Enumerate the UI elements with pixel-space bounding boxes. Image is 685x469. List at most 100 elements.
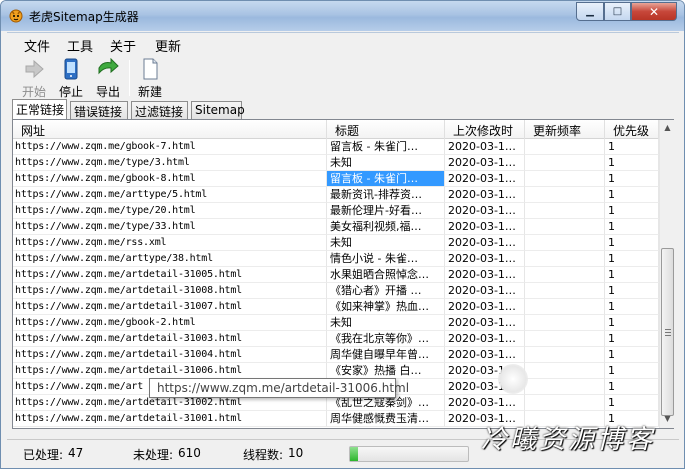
cell-priority: 1 [605, 155, 659, 171]
cell-changefreq [525, 171, 605, 187]
new-button[interactable]: 新建 [130, 56, 170, 99]
scroll-up-icon[interactable]: ▲ [661, 121, 674, 135]
column-header-priority[interactable]: 优先级 [605, 120, 659, 139]
tab-error-links[interactable]: 错误链接 [70, 101, 128, 119]
table-row[interactable]: https://www.zqm.me/artdetail-31005.html 水… [13, 267, 659, 283]
column-header-title[interactable]: 标题 [327, 120, 445, 139]
cell-changefreq [525, 219, 605, 235]
stop-button[interactable]: 停止 [51, 56, 91, 99]
column-header-lastmod[interactable]: 上次修改时 [445, 120, 525, 139]
table-row[interactable]: https://www.zqm.me/type/20.html 最新伦理片-好看…… [13, 203, 659, 219]
table-row[interactable]: https://www.zqm.me/gbook-2.html 未知 2020-03… [13, 315, 659, 331]
cell-url: https://www.zqm.me/artdetail-31004.html [13, 347, 327, 363]
cell-title: 美女福利视频,福… [327, 219, 445, 235]
cell-title: 周华健感慨费玉清… [327, 411, 445, 427]
cell-title: 《如来神掌》热血… [327, 299, 445, 315]
maximize-icon: □ [612, 6, 623, 17]
window-title: 老虎Sitemap生成器 [29, 10, 139, 24]
cell-lastmod: 2020-03-1… [445, 283, 525, 299]
list-header: 网址 标题 上次修改时 更新频率 优先级 [13, 120, 659, 139]
table-row[interactable]: https://www.zqm.me/artdetail-31004.html 周… [13, 347, 659, 363]
stop-label: 停止 [58, 85, 83, 99]
tab-normal-links[interactable]: 正常链接 [12, 99, 67, 119]
cell-lastmod: 2020-03-1… [445, 251, 525, 267]
cell-priority: 1 [605, 187, 659, 203]
cell-changefreq [525, 155, 605, 171]
cell-url: https://www.zqm.me/rss.xml [13, 235, 327, 251]
cell-url: https://www.zqm.me/type/33.html [13, 219, 327, 235]
cell-url: https://www.zqm.me/gbook-7.html [13, 139, 327, 155]
cell-lastmod: 2020-03-1… [445, 139, 525, 155]
menu-about[interactable]: 关于 [110, 36, 136, 55]
pending-label: 未处理: [133, 448, 174, 462]
table-row[interactable]: https://www.zqm.me/type/3.html 未知 2020-03-… [13, 155, 659, 171]
cell-priority: 1 [605, 379, 659, 395]
cell-lastmod: 2020-03-1… [445, 155, 525, 171]
vertical-scrollbar[interactable]: ▲ ▼ [659, 120, 674, 428]
table-row[interactable]: https://www.zqm.me/arttype/5.html 最新资讯-排荐… [13, 187, 659, 203]
table-row[interactable]: https://www.zqm.me/arttype/38.html 情色小说 -… [13, 251, 659, 267]
cell-title: 《安家》热播 白… [327, 363, 445, 379]
menu-file[interactable]: 文件 [24, 36, 50, 55]
cell-priority: 1 [605, 315, 659, 331]
new-label: 新建 [137, 85, 162, 99]
cell-url: https://www.zqm.me/arttype/5.html [13, 187, 327, 203]
cell-priority: 1 [605, 139, 659, 155]
table-row[interactable]: https://www.zqm.me/artdetail-31006.html 《… [13, 363, 659, 379]
cell-lastmod: 2020-03-1… [445, 219, 525, 235]
table-row[interactable]: https://www.zqm.me/artdetail-31003.html 《… [13, 331, 659, 347]
title-bar[interactable]: 老虎Sitemap生成器 ▁ □ ✕ [1, 1, 684, 31]
table-row[interactable]: https://www.zqm.me/gbook-7.html 留言板 - 朱雀门… [13, 139, 659, 155]
column-header-url[interactable]: 网址 [13, 120, 327, 139]
cell-lastmod: 2020-03-1… [445, 331, 525, 347]
cell-url: https://www.zqm.me/gbook-8.html [13, 171, 327, 187]
cell-priority: 1 [605, 347, 659, 363]
new-document-icon [143, 58, 158, 80]
cell-title: 未知 [327, 235, 445, 251]
cell-lastmod: 2020-03-1… [445, 267, 525, 283]
menu-update[interactable]: 更新 [155, 36, 181, 55]
app-window: 老虎Sitemap生成器 ▁ □ ✕ 文件 工具 关于 更新 开始 停止 导出 … [0, 0, 685, 469]
cell-title: 未知 [327, 155, 445, 171]
processed-label: 已处理: [23, 448, 64, 462]
url-tooltip: https://www.zqm.me/artdetail-31006.html [149, 378, 409, 398]
cell-lastmod: 2020-03-1… [445, 171, 525, 187]
cell-priority: 1 [605, 299, 659, 315]
cell-url: https://www.zqm.me/artdetail-31001.html [13, 411, 327, 427]
start-button[interactable]: 开始 [14, 56, 54, 99]
maximize-button[interactable]: □ [604, 2, 631, 21]
table-row[interactable]: https://www.zqm.me/type/33.html 美女福利视频,福…… [13, 219, 659, 235]
cell-priority: 1 [605, 171, 659, 187]
minimize-button[interactable]: ▁ [576, 2, 604, 21]
export-label: 导出 [95, 85, 120, 99]
cell-changefreq [525, 267, 605, 283]
cell-url: https://www.zqm.me/gbook-2.html [13, 315, 327, 331]
table-row[interactable]: https://www.zqm.me/rss.xml 未知 2020-03-1… 1 [13, 235, 659, 251]
progress-fill [350, 447, 359, 461]
cell-lastmod: 2020-03-1… [445, 203, 525, 219]
toolbar: 开始 停止 导出 新建 [7, 54, 679, 100]
cell-url: https://www.zqm.me/artdetail-31007.html [13, 299, 327, 315]
close-button[interactable]: ✕ [631, 2, 677, 21]
cell-changefreq [525, 379, 605, 395]
cell-url: https://www.zqm.me/type/3.html [13, 155, 327, 171]
cell-title: 未知 [327, 315, 445, 331]
cell-changefreq [525, 187, 605, 203]
menu-tools[interactable]: 工具 [67, 36, 93, 55]
table-row[interactable]: https://www.zqm.me/artdetail-31007.html 《… [13, 299, 659, 315]
tab-filtered-links[interactable]: 过滤链接 [131, 101, 188, 119]
scroll-down-icon[interactable]: ▼ [661, 412, 674, 426]
table-row[interactable]: https://www.zqm.me/artdetail-31008.html 《… [13, 283, 659, 299]
close-icon: ✕ [648, 4, 660, 19]
cell-url: https://www.zqm.me/artdetail-31008.html [13, 283, 327, 299]
cell-url: https://www.zqm.me/artdetail-31003.html [13, 331, 327, 347]
export-button[interactable]: 导出 [88, 56, 128, 99]
column-header-changefreq[interactable]: 更新频率 [525, 120, 605, 139]
cell-priority: 1 [605, 235, 659, 251]
threads-count: 10 [288, 446, 304, 460]
scrollbar-thumb[interactable] [661, 248, 674, 416]
cell-title: 水果姐晒合照悼念… [327, 267, 445, 283]
tab-sitemap[interactable]: Sitemap [191, 101, 245, 119]
cell-changefreq [525, 363, 605, 379]
table-row[interactable]: https://www.zqm.me/gbook-8.html 留言板 - 朱雀门… [13, 171, 659, 187]
